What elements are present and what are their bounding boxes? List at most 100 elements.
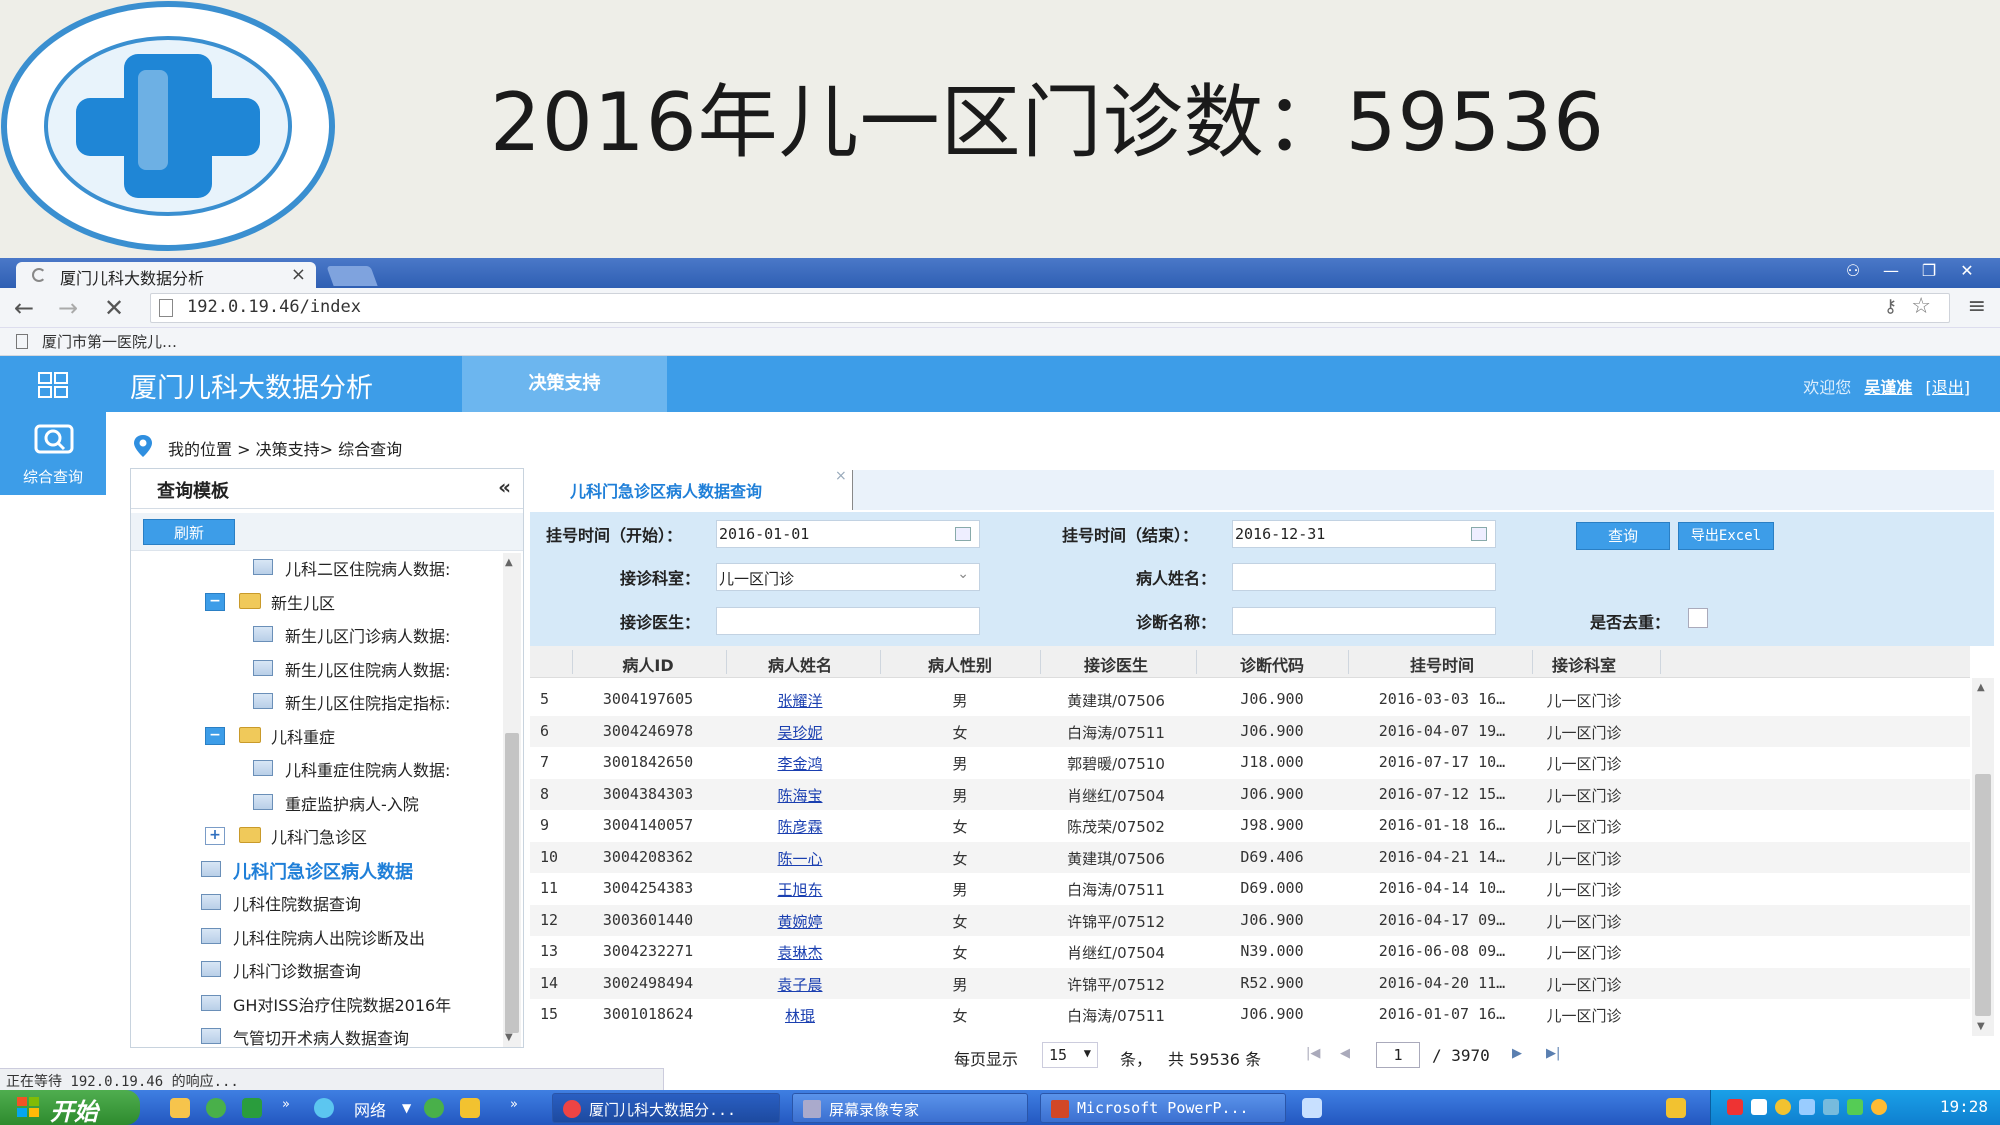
scroll-down-icon[interactable]: ▼: [505, 1032, 513, 1043]
network-dropdown-icon[interactable]: ▼: [402, 1101, 411, 1115]
refresh-button[interactable]: 刷新: [143, 519, 235, 545]
column-divider[interactable]: [726, 650, 727, 674]
chrome-icon[interactable]: [424, 1098, 444, 1118]
quicklaunch-more-icon[interactable]: »: [282, 1097, 290, 1112]
next-page-icon[interactable]: ▶: [1512, 1046, 1522, 1061]
stop-icon[interactable]: ✕: [104, 294, 124, 322]
collapse-node-icon[interactable]: −: [205, 726, 225, 745]
patient-name-link[interactable]: 陈彦霖: [725, 816, 875, 837]
grid-icon[interactable]: [38, 372, 68, 398]
patient-name-input[interactable]: [1232, 563, 1496, 591]
minimize-icon[interactable]: —: [1872, 261, 1910, 283]
forward-arrow-icon[interactable]: →: [58, 294, 78, 322]
patient-name-link[interactable]: 吴珍妮: [725, 722, 875, 743]
reg-end-input[interactable]: 2016-12-31: [1232, 520, 1496, 548]
table-scrollbar[interactable]: ▲ ▼: [1972, 678, 1994, 1036]
column-header[interactable]: 接诊医生: [1056, 652, 1176, 676]
network-label[interactable]: 网络: [354, 1097, 386, 1121]
reg-start-input[interactable]: 2016-01-01: [716, 520, 980, 548]
app-icon[interactable]: [242, 1098, 262, 1118]
key-icon[interactable]: ⚷: [1884, 296, 1897, 317]
patient-name-link[interactable]: 袁子晨: [725, 974, 875, 995]
diagnosis-input[interactable]: [1232, 607, 1496, 635]
update-icon[interactable]: [1871, 1099, 1887, 1115]
query-button[interactable]: 查询: [1576, 522, 1670, 550]
patient-name-link[interactable]: 黄婉婷: [725, 911, 875, 932]
column-divider[interactable]: [1348, 650, 1349, 674]
patient-name-link[interactable]: 王旭东: [725, 879, 875, 900]
per-page-select[interactable]: 15 ▼: [1042, 1042, 1098, 1068]
nav-decision-support[interactable]: 决策支持: [462, 356, 667, 412]
column-divider[interactable]: [1040, 650, 1041, 674]
column-header[interactable]: 病人姓名: [740, 652, 860, 676]
url-bar[interactable]: 192.0.19.46/index ⚷ ☆: [150, 293, 1950, 323]
input-method-icon[interactable]: [1727, 1099, 1743, 1115]
new-tab-button[interactable]: [326, 266, 378, 286]
user-name-link[interactable]: 吴谨准: [1864, 378, 1912, 397]
first-page-icon[interactable]: |◀: [1306, 1046, 1320, 1061]
folder-icon[interactable]: [170, 1098, 190, 1118]
collapse-icon[interactable]: «: [498, 475, 511, 499]
prev-page-icon[interactable]: ◀: [1340, 1046, 1350, 1061]
column-header[interactable]: 挂号时间: [1382, 652, 1502, 676]
table-row[interactable]: 9 3004140057 陈彦霖 女 陈茂荣/07502 J98.900 2016-01-1…: [530, 810, 1970, 842]
dept-select[interactable]: 儿一区门诊 ⌄: [716, 563, 980, 591]
security-icon[interactable]: [1775, 1099, 1791, 1115]
dedup-checkbox[interactable]: [1688, 608, 1708, 628]
task-powerpoint[interactable]: Microsoft PowerP...: [1040, 1093, 1286, 1123]
table-row[interactable]: 11 3004254383 王旭东 男 白海涛/07511 D69.000 2016-04-…: [530, 873, 1970, 905]
monitor-icon[interactable]: [1302, 1098, 1322, 1118]
restore-icon[interactable]: ❐: [1910, 261, 1948, 283]
column-divider[interactable]: [880, 650, 881, 674]
display-icon[interactable]: [1799, 1099, 1815, 1115]
bookmark-item[interactable]: 厦门市第一医院儿…: [42, 331, 177, 352]
table-row[interactable]: 6 3004246978 吴珍妮 女 白海涛/07511 J06.900 2016-04-0…: [530, 715, 1970, 747]
column-header[interactable]: 接诊科室: [1524, 652, 1644, 676]
table-row[interactable]: 7 3001842650 李金鸿 男 郭碧暖/07510 J18.000 2016-07-1…: [530, 747, 1970, 779]
table-row[interactable]: 10 3004208362 陈一心 女 黄建琪/07506 D69.406 2016-04-…: [530, 841, 1970, 873]
user-icon[interactable]: ⚇: [1834, 261, 1872, 283]
volume-icon[interactable]: [1823, 1099, 1839, 1115]
anchor-tray-icon[interactable]: [1666, 1098, 1686, 1118]
scroll-up-icon[interactable]: ▲: [1977, 682, 1985, 693]
patient-name-link[interactable]: 陈一心: [725, 848, 875, 869]
patient-name-link[interactable]: 袁琳杰: [725, 942, 875, 963]
scroll-up-icon[interactable]: ▲: [505, 557, 513, 568]
taskbar-more-icon[interactable]: »: [510, 1097, 518, 1112]
network-icon[interactable]: [314, 1098, 334, 1118]
column-header[interactable]: 病人ID: [588, 652, 708, 676]
expand-node-icon[interactable]: +: [205, 827, 225, 845]
bookmark-star-icon[interactable]: ☆: [1911, 294, 1931, 319]
table-row[interactable]: 8 3004384303 陈海宝 男 肖继红/07504 J06.900 2016-07-1…: [530, 778, 1970, 810]
doctor-input[interactable]: [716, 607, 980, 635]
collapse-node-icon[interactable]: −: [205, 592, 225, 611]
patient-name-link[interactable]: 陈海宝: [725, 785, 875, 806]
browser-icon[interactable]: [206, 1098, 226, 1118]
start-button[interactable]: 开始: [0, 1090, 140, 1125]
table-row[interactable]: 5 3004197605 张耀洋 男 黄建琪/07506 J06.900 2016-03-0…: [530, 684, 1970, 716]
scroll-down-icon[interactable]: ▼: [1977, 1021, 1985, 1032]
shield-icon[interactable]: [1847, 1099, 1863, 1115]
content-tab-close-icon[interactable]: ×: [835, 468, 847, 484]
last-page-icon[interactable]: ▶|: [1546, 1046, 1560, 1061]
task-browser[interactable]: 厦门儿科大数据分...: [552, 1093, 780, 1123]
export-excel-button[interactable]: 导出Excel: [1678, 522, 1774, 550]
tab-close-icon[interactable]: ×: [291, 264, 306, 285]
table-row[interactable]: 13 3004232271 袁琳杰 女 肖继红/07504 N39.000 2016-06-…: [530, 936, 1970, 968]
back-arrow-icon[interactable]: ←: [14, 294, 34, 322]
column-header[interactable]: 诊断代码: [1212, 652, 1332, 676]
close-window-icon[interactable]: ✕: [1948, 261, 1986, 283]
column-divider[interactable]: [1196, 650, 1197, 674]
menu-icon[interactable]: ≡: [1968, 294, 1986, 319]
tree-scroll-thumb[interactable]: [505, 733, 519, 1033]
content-tab[interactable]: 儿科门急诊区病人数据查询 ×: [540, 468, 850, 510]
column-divider[interactable]: [572, 650, 573, 674]
current-page-input[interactable]: 1: [1376, 1042, 1420, 1068]
calendar-icon[interactable]: [955, 527, 971, 541]
patient-name-link[interactable]: 张耀洋: [725, 690, 875, 711]
table-row[interactable]: 15 3001018624 林琨 女 白海涛/07511 J06.900 2016-01-0…: [530, 999, 1970, 1031]
anchor-icon[interactable]: [460, 1098, 480, 1118]
patient-name-link[interactable]: 李金鸿: [725, 753, 875, 774]
task-recorder[interactable]: 屏幕录像专家: [792, 1093, 1028, 1123]
table-row[interactable]: 14 3002498494 袁子晨 男 许锦平/07512 R52.900 2016-04-…: [530, 967, 1970, 999]
